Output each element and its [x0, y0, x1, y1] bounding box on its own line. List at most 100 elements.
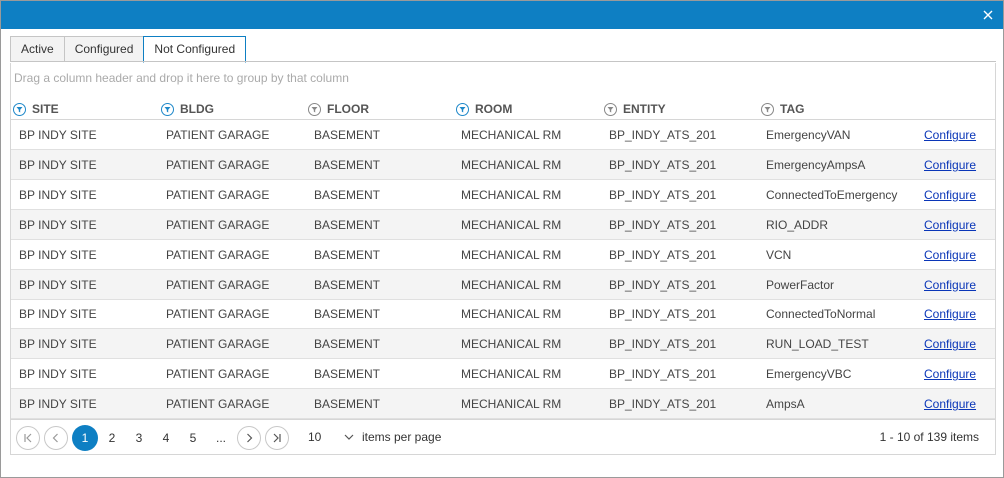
table-row[interactable]: BP INDY SITE PATIENT GARAGE BASEMENT MECHAN… [11, 359, 995, 390]
table-row[interactable]: BP INDY SITE PATIENT GARAGE BASEMENT MECHAN… [11, 209, 995, 240]
filter-icon[interactable] [161, 102, 174, 116]
tab-not-configured[interactable]: Not Configured [143, 36, 247, 63]
cell-site: BP INDY SITE [19, 367, 97, 382]
cell-tag: VCN [766, 247, 792, 262]
page-button-more[interactable]: ... [208, 426, 234, 450]
table-row[interactable]: BP INDY SITE PATIENT GARAGE BASEMENT MECHAN… [11, 299, 995, 330]
cell-bldg: PATIENT GARAGE [166, 247, 270, 262]
cell-room: MECHANICAL RM [461, 187, 562, 202]
items-per-page-label: items per page [362, 430, 442, 444]
cell-bldg: PATIENT GARAGE [166, 277, 270, 292]
cell-tag: EmergencyVBC [766, 367, 852, 382]
cell-room: MECHANICAL RM [461, 367, 562, 382]
configure-link[interactable]: Configure [924, 307, 976, 321]
cell-floor: BASEMENT [314, 187, 381, 202]
page-button-4[interactable]: 4 [153, 426, 179, 450]
column-header-entity[interactable]: ENTITY [604, 101, 666, 117]
cell-bldg: PATIENT GARAGE [166, 367, 270, 382]
tab-configured[interactable]: Configured [63, 36, 144, 62]
cell-bldg: PATIENT GARAGE [166, 187, 270, 202]
tab-strip: Active Configured Not Configured [10, 36, 247, 63]
page-button-5[interactable]: 5 [180, 426, 206, 450]
configure-link[interactable]: Configure [924, 337, 976, 351]
cell-site: BP INDY SITE [19, 247, 97, 262]
configure-link[interactable]: Configure [924, 128, 976, 142]
filter-icon[interactable] [604, 102, 617, 116]
table-row[interactable]: BP INDY SITE PATIENT GARAGE BASEMENT MECHAN… [11, 120, 995, 150]
page-size-value: 10 [308, 430, 322, 444]
configure-link[interactable]: Configure [924, 397, 976, 411]
cell-tag: ConnectedToEmergency [766, 187, 898, 202]
filter-icon[interactable] [456, 102, 469, 116]
filter-icon[interactable] [761, 102, 774, 116]
cell-room: MECHANICAL RM [461, 157, 562, 172]
table-row[interactable]: BP INDY SITE PATIENT GARAGE BASEMENT MECHAN… [11, 149, 995, 180]
column-header-bldg[interactable]: BLDG [161, 101, 214, 117]
cell-entity: BP_INDY_ATS_201 [609, 157, 717, 172]
dialog: Active Configured Not Configured Drag a … [0, 0, 1004, 478]
close-icon[interactable] [981, 8, 995, 22]
cell-entity: BP_INDY_ATS_201 [609, 307, 717, 322]
column-label: ROOM [475, 102, 513, 116]
cell-room: MECHANICAL RM [461, 247, 562, 262]
cell-site: BP INDY SITE [19, 187, 97, 202]
page-button-2[interactable]: 2 [99, 426, 125, 450]
tab-active[interactable]: Active [10, 36, 64, 62]
column-header-tag[interactable]: TAG [761, 101, 804, 117]
cell-room: MECHANICAL RM [461, 217, 562, 232]
cell-entity: BP_INDY_ATS_201 [609, 397, 717, 412]
dialog-titlebar [1, 1, 1003, 29]
previous-page-icon[interactable] [44, 426, 68, 450]
cell-site: BP INDY SITE [19, 397, 97, 412]
column-header-site[interactable]: SITE [13, 101, 59, 117]
column-label: TAG [780, 102, 805, 116]
cell-site: BP INDY SITE [19, 128, 97, 142]
table-row[interactable]: BP INDY SITE PATIENT GARAGE BASEMENT MECHAN… [11, 269, 995, 300]
configure-link[interactable]: Configure [924, 158, 976, 172]
cell-tag: RUN_LOAD_TEST [766, 337, 869, 352]
cell-floor: BASEMENT [314, 157, 381, 172]
configure-link[interactable]: Configure [924, 367, 976, 381]
column-label: BLDG [180, 102, 214, 116]
next-page-icon[interactable] [237, 426, 261, 450]
column-header-room[interactable]: ROOM [456, 101, 512, 117]
cell-floor: BASEMENT [314, 277, 381, 292]
table-row[interactable]: BP INDY SITE PATIENT GARAGE BASEMENT MECHAN… [11, 180, 995, 210]
page-size-select[interactable]: 10 [308, 430, 358, 444]
cell-room: MECHANICAL RM [461, 337, 562, 352]
cell-room: MECHANICAL RM [461, 277, 562, 292]
tab-divider [10, 61, 996, 62]
page-button-3[interactable]: 3 [126, 426, 152, 450]
group-by-drop-zone[interactable]: Drag a column header and drop it here to… [14, 71, 349, 85]
column-header-floor[interactable]: FLOOR [308, 101, 369, 117]
table-row[interactable]: BP INDY SITE PATIENT GARAGE BASEMENT MECHAN… [11, 389, 995, 420]
cell-bldg: PATIENT GARAGE [166, 307, 270, 322]
configure-link[interactable]: Configure [924, 218, 976, 232]
cell-room: MECHANICAL RM [461, 307, 562, 322]
chevron-down-icon [344, 430, 354, 444]
filter-icon[interactable] [308, 102, 321, 116]
cell-tag: RIO_ADDR [766, 217, 829, 232]
cell-entity: BP_INDY_ATS_201 [609, 247, 717, 262]
column-label: ENTITY [623, 102, 666, 116]
cell-entity: BP_INDY_ATS_201 [609, 217, 717, 232]
table-row[interactable]: BP INDY SITE PATIENT GARAGE BASEMENT MECHAN… [11, 240, 995, 270]
configure-link[interactable]: Configure [924, 188, 976, 202]
cell-floor: BASEMENT [314, 367, 381, 382]
configure-link[interactable]: Configure [924, 248, 976, 262]
cell-floor: BASEMENT [314, 128, 381, 142]
page-size-control: 10 items per page [308, 430, 441, 444]
cell-floor: BASEMENT [314, 247, 381, 262]
cell-tag: EmergencyVAN [766, 128, 851, 142]
configure-link[interactable]: Configure [924, 278, 976, 292]
page-button-1[interactable]: 1 [72, 425, 98, 451]
cell-entity: BP_INDY_ATS_201 [609, 367, 717, 382]
filter-icon[interactable] [13, 102, 26, 116]
cell-site: BP INDY SITE [19, 277, 97, 292]
cell-tag: EmergencyAmpsA [766, 157, 866, 172]
last-page-icon[interactable] [265, 426, 289, 450]
cell-room: MECHANICAL RM [461, 128, 562, 142]
cell-floor: BASEMENT [314, 397, 381, 412]
first-page-icon[interactable] [16, 426, 40, 450]
table-row[interactable]: BP INDY SITE PATIENT GARAGE BASEMENT MECHAN… [11, 329, 995, 360]
